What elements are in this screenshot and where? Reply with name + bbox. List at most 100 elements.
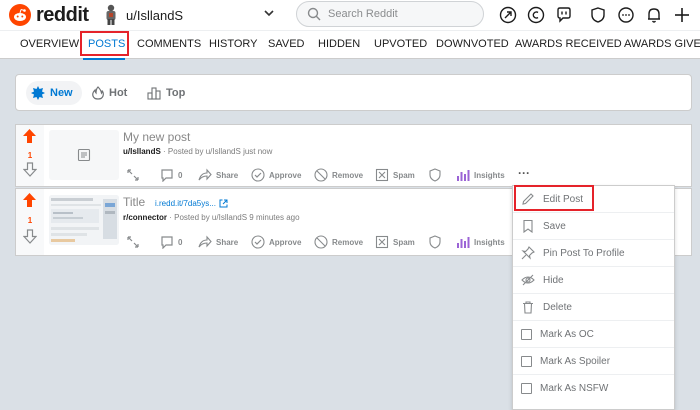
menu-delete[interactable]: Delete [513,294,674,321]
post-community[interactable]: r/connector [123,213,167,222]
active-tab-indicator [83,58,125,60]
menu-mark-nsfw-label: Mark As NSFW [540,383,609,394]
tab-hidden[interactable]: HIDDEN [318,38,360,50]
post-link[interactable]: i.redd.it/7da5ys... [155,199,228,208]
remove-button[interactable]: Remove [314,235,363,249]
flame-icon [92,86,104,100]
chat-bubble-icon[interactable] [554,5,574,25]
top-header: reddit u/IsllandS [0,0,700,30]
mod-shield-icon[interactable] [428,168,442,182]
comment-icon [161,169,173,182]
post-byline: · Posted by u/IsllandS 9 minutes ago [167,213,300,222]
menu-pin-post-label: Pin Post To Profile [543,247,625,259]
share-button[interactable]: Share [198,168,238,182]
menu-save-label: Save [543,220,566,232]
insights-button[interactable]: Insights [456,168,505,182]
reddit-alien-icon [9,4,31,26]
coins-icon[interactable] [526,5,546,25]
notification-bell-icon[interactable] [644,5,664,25]
search-bar[interactable] [296,1,484,27]
new-sparkle-icon [31,86,45,100]
mod-shield-icon[interactable] [428,235,442,249]
menu-hide-label: Hide [543,274,564,286]
insights-chart-icon [457,170,470,181]
sort-bar: New Hot Top [15,74,692,111]
more-options-button[interactable]: ··· [518,166,530,180]
menu-mark-nsfw[interactable]: Mark As NSFW [513,375,674,402]
menu-save[interactable]: Save [513,213,674,240]
spam-button[interactable]: Spam [375,168,415,182]
menu-hide[interactable]: Hide [513,267,674,294]
menu-mark-oc[interactable]: Mark As OC [513,321,674,348]
post-title[interactable]: My new post [123,130,190,144]
tab-saved[interactable]: SAVED [268,38,304,50]
sort-new[interactable]: New [31,86,73,100]
checkbox-mark-oc[interactable] [521,328,532,340]
share-label: Share [216,170,239,180]
tab-awards-received[interactable]: AWARDS RECEIVED [515,38,622,50]
comment-count: 0 [178,170,183,180]
share-button[interactable]: Share [198,235,238,249]
spam-label: Spam [393,170,415,180]
text-post-icon [77,148,91,162]
text-post-thumbnail[interactable] [49,130,119,180]
reddit-logo[interactable]: reddit [9,4,89,26]
search-input[interactable] [328,8,468,20]
user-avatar-icon [101,3,121,27]
insights-chart-icon [457,237,470,248]
share-label: Share [216,237,239,247]
menu-mark-spoiler-label: Mark As Spoiler [540,355,611,367]
screenshot-thumbnail-image [49,195,119,245]
sort-top-label: Top [166,87,186,99]
downvote-arrow-icon[interactable] [23,229,37,244]
vote-score: 1 [27,151,33,160]
chevron-down-icon[interactable] [263,8,275,18]
approve-button[interactable]: Approve [251,168,301,182]
comments-button[interactable]: 0 [160,168,182,182]
bookmark-icon [523,219,533,233]
upvote-arrow-icon[interactable] [22,192,37,208]
expand-icon[interactable] [126,168,140,182]
comment-count: 0 [178,237,183,247]
remove-ban-icon [314,235,328,249]
upvote-arrow-icon[interactable] [22,128,37,144]
checkbox-mark-spoiler[interactable] [521,355,532,367]
downvote-arrow-icon[interactable] [23,162,37,177]
chat-icon[interactable] [616,5,636,25]
post-card[interactable]: 1 My new post u/IsllandS · Posted by u/I… [15,124,692,187]
tab-history[interactable]: HISTORY [209,38,258,50]
highlight-box-edit-post [514,185,594,211]
remove-ban-icon [314,168,328,182]
remove-button[interactable]: Remove [314,168,363,182]
tab-overview[interactable]: OVERVIEW [20,38,79,50]
popular-arrow-icon[interactable] [498,5,518,25]
spam-box-icon [375,168,389,182]
approve-button[interactable]: Approve [251,235,301,249]
highlight-box-posts-tab [80,31,129,56]
share-arrow-icon [198,168,212,181]
user-switcher[interactable]: u/IsllandS [101,3,183,27]
tab-awards-given[interactable]: AWARDS GIVEN [624,38,700,50]
comments-button[interactable]: 0 [160,235,182,249]
checkbox-mark-nsfw[interactable] [521,383,532,394]
post-community[interactable]: u/IsllandS [123,147,161,156]
menu-mark-spoiler[interactable]: Mark As Spoiler [513,348,674,375]
spam-box-icon [375,235,389,249]
spam-button[interactable]: Spam [375,235,415,249]
post-title[interactable]: Title [123,195,145,209]
tab-upvoted[interactable]: UPVOTED [374,38,427,50]
create-post-plus-icon[interactable] [672,5,692,25]
sort-hot[interactable]: Hot [92,86,127,100]
mod-shield-icon[interactable] [588,5,608,25]
image-post-thumbnail[interactable] [49,195,119,245]
sort-top[interactable]: Top [147,86,185,100]
tab-comments[interactable]: COMMENTS [137,38,201,50]
tab-downvoted[interactable]: DOWNVOTED [436,38,509,50]
remove-label: Remove [332,237,364,247]
menu-pin-post[interactable]: Pin Post To Profile [513,240,674,267]
vote-column: 1 [16,125,44,186]
expand-icon[interactable] [126,235,140,249]
approve-check-icon [251,168,265,182]
menu-mark-oc-label: Mark As OC [540,328,594,340]
insights-button[interactable]: Insights [456,235,505,249]
